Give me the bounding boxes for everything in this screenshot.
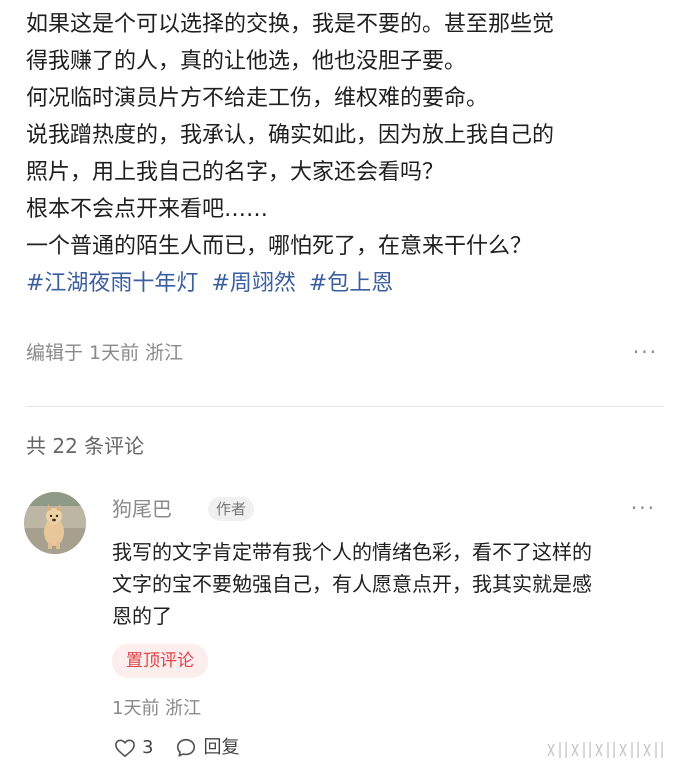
- post-more-button[interactable]: ···: [633, 340, 658, 364]
- hashtag-link[interactable]: #周翊然: [211, 271, 295, 296]
- post-edit-info: 编辑于 1天前 浙江: [26, 342, 184, 364]
- heart-outline-icon: [114, 738, 136, 758]
- reply-label: 回复: [203, 737, 240, 758]
- section-divider: [26, 406, 664, 407]
- post-meta-row: 编辑于 1天前 浙江 ···: [26, 338, 662, 368]
- post-text-line: 一个普通的陌生人而已，哪怕死了，在意来干什么？: [26, 234, 533, 259]
- post-text-line: 根本不会点开来看吧……: [26, 197, 269, 222]
- comment-text-line: 恩的了: [112, 604, 172, 628]
- comment-author-name[interactable]: 狗尾巴: [112, 495, 172, 523]
- comment-item: 狗尾巴 作者 ··· 我写的文字肯定带有我个人的情绪色彩，看不了这样的 文字的宝…: [24, 492, 664, 772]
- comment-text-line: 文字的宝不要勉强自己，有人愿意点开，我其实就是感: [112, 572, 592, 596]
- post-content: 如果这是个可以选择的交换，我是不要的。甚至那些觉 得我赚了的人，真的让他选，他也…: [26, 6, 666, 302]
- post-text-line: 得我赚了的人，真的让他选，他也没胆子要。: [26, 49, 467, 74]
- post-text-line: 照片，用上我自己的名字，大家还会看吗？: [26, 160, 445, 185]
- post-text-line: 如果这是个可以选择的交换，我是不要的。甚至那些觉: [26, 12, 555, 37]
- comment-more-button[interactable]: ···: [631, 496, 656, 520]
- hashtag-link[interactable]: #江湖夜雨十年灯: [26, 271, 198, 296]
- like-count: 3: [142, 737, 154, 758]
- comment-text-line: 我写的文字肯定带有我个人的情绪色彩，看不了这样的: [112, 540, 592, 564]
- comment-body: 我写的文字肯定带有我个人的情绪色彩，看不了这样的 文字的宝不要勉强自己，有人愿意…: [112, 536, 664, 632]
- avatar-dog-photo-icon: [24, 492, 86, 554]
- pinned-comment-badge: 置顶评论: [112, 644, 208, 678]
- avatar[interactable]: [24, 492, 86, 554]
- reply-button[interactable]: 回复: [175, 736, 239, 760]
- comment-meta: 1天前 浙江: [112, 698, 202, 719]
- watermark-pattern: [546, 738, 672, 762]
- comments-count: 共 22 条评论: [26, 434, 145, 458]
- hashtag-row: #江湖夜雨十年灯 #周翊然 #包上恩: [26, 265, 666, 302]
- author-badge: 作者: [208, 497, 255, 521]
- like-button[interactable]: 3: [114, 736, 153, 760]
- post-text-line: 何况临时演员片方不给走工伤，维权难的要命。: [26, 86, 489, 111]
- comment-actions: 3 回复: [114, 734, 261, 762]
- hashtag-link[interactable]: #包上恩: [309, 271, 393, 296]
- speech-bubble-icon: [175, 737, 197, 759]
- post-text-line: 说我蹭热度的，我承认，确实如此，因为放上我自己的: [26, 123, 555, 148]
